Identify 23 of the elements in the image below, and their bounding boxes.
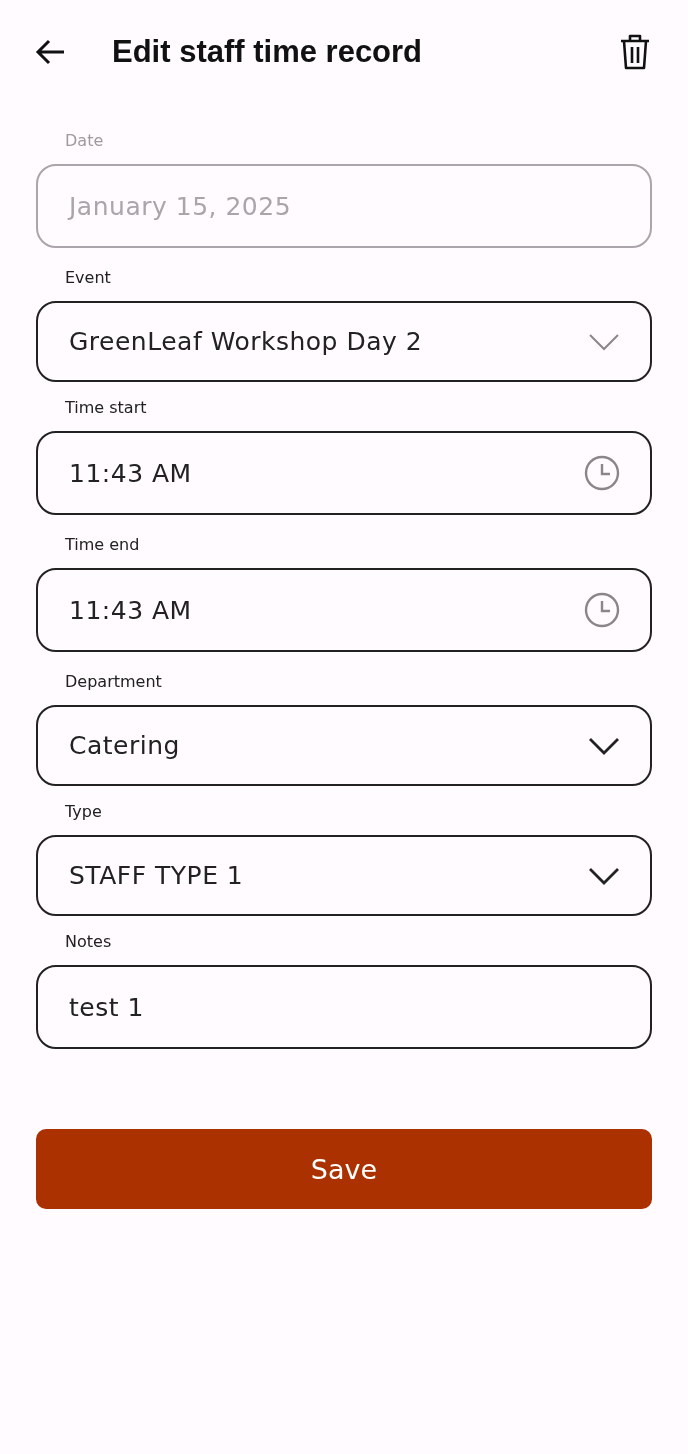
save-button[interactable]: Save — [36, 1129, 652, 1209]
dropdown-field[interactable]: Catering — [36, 705, 652, 786]
clock-icon — [584, 592, 620, 628]
field-label: Time start — [65, 398, 148, 417]
back-arrow-icon[interactable] — [34, 38, 66, 66]
input-field[interactable]: 11:43 AM — [36, 568, 652, 652]
field-label: Notes — [65, 932, 113, 951]
field-label: Department — [65, 672, 163, 691]
screen-title: Edit staff time record — [112, 34, 424, 70]
input-field: January 15, 2025 — [36, 164, 652, 248]
input-field[interactable]: 11:43 AM — [36, 431, 652, 515]
input-field[interactable]: test 1 — [36, 965, 652, 1049]
dropdown-field[interactable]: STAFF TYPE 1 — [36, 835, 652, 916]
chevron-down-icon — [588, 736, 620, 755]
field-label: Date — [65, 131, 105, 150]
field-label: Event — [65, 268, 112, 287]
dropdown-field[interactable]: GreenLeaf Workshop Day 2 — [36, 301, 652, 382]
trash-icon[interactable] — [618, 33, 652, 71]
chevron-down-icon — [588, 332, 620, 351]
clock-icon — [584, 455, 620, 491]
chevron-down-icon — [588, 866, 620, 885]
field-label: Time end — [65, 535, 141, 554]
field-label: Type — [65, 802, 103, 821]
